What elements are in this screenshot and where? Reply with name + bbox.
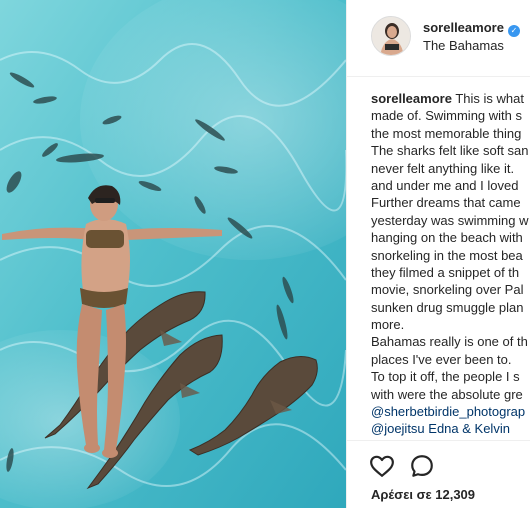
verified-badge-icon: ✓ [507, 25, 520, 37]
caption-text: This is what [455, 91, 524, 106]
caption-line: made of. Swimming with s [371, 108, 522, 124]
caption-line: the most memorable thing [371, 125, 522, 141]
post-panel: sorelleamore ✓ The Bahamas sorelleamore T… [346, 0, 530, 508]
caption-line: and under me and I loved [371, 177, 519, 193]
caption-line: Bahamas really is one of th [371, 334, 528, 350]
likes-count[interactable]: Αρέσει σε 12,309 [371, 487, 475, 502]
caption-line: more. [371, 317, 405, 333]
caption-line: The sharks felt like soft san [371, 143, 529, 159]
caption: sorelleamore This is what made of. Swimm… [371, 90, 530, 438]
caption-line: To top it off, the people I s [371, 369, 520, 385]
caption-line: hanging on the beach with [371, 230, 523, 246]
caption-line: never felt anything like it. [371, 160, 515, 176]
caption-line: sunken drug smuggle plan [371, 299, 524, 315]
location-link[interactable]: The Bahamas [423, 38, 504, 53]
heart-icon[interactable] [369, 453, 395, 479]
username-link[interactable]: sorelleamore ✓ [423, 20, 520, 37]
post-actions: Αρέσει σε 12,309 [347, 440, 530, 508]
caption-username-link[interactable]: sorelleamore [371, 91, 452, 106]
post-photo[interactable] [0, 0, 346, 508]
post-header: sorelleamore ✓ The Bahamas [347, 0, 530, 77]
mention-link[interactable]: @joejitsu Edna & Kelvin [371, 420, 530, 437]
caption-line: Further dreams that came [371, 195, 521, 211]
caption-line: snorkeling in the most bea [371, 247, 523, 263]
avatar[interactable] [371, 16, 411, 56]
caption-line: yesterday was swimming w [371, 212, 529, 228]
username-text: sorelleamore [423, 20, 504, 35]
caption-line: movie, snorkeling over Pal [371, 282, 524, 298]
caption-line: places I've ever been to. [371, 351, 512, 367]
avatar-photo-icon [372, 17, 410, 55]
comment-icon[interactable] [409, 453, 435, 479]
post-photo-art [0, 0, 346, 508]
caption-line: they filmed a snippet of th [371, 264, 520, 280]
caption-line: with were the absolute gre [371, 386, 523, 402]
caption-line: sorelleamore This is what [371, 90, 530, 107]
mention-link[interactable]: @sherbetbirdie_photograp [371, 403, 530, 420]
